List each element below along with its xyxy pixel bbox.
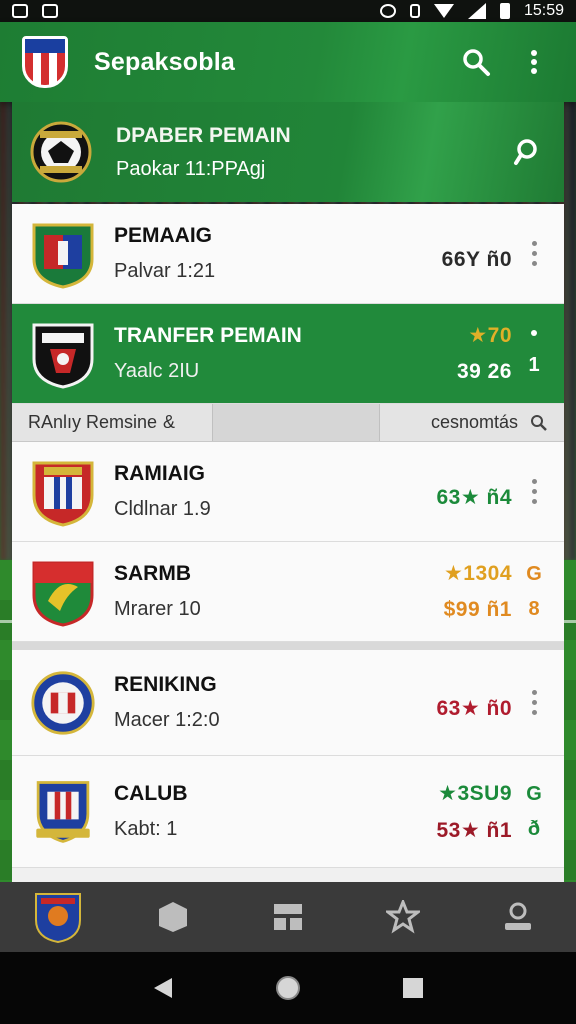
app-logo (22, 36, 68, 88)
tag-bottom: 8 (528, 597, 540, 620)
battery-icon (499, 3, 510, 19)
more-button[interactable] (522, 330, 546, 336)
overflow-menu-button[interactable] (514, 42, 554, 82)
wifi-icon (433, 4, 454, 18)
player-score: 66Y ñ0 (441, 247, 512, 271)
position-filter[interactable]: cesnomtás (380, 404, 564, 441)
club-badge-icon (34, 893, 81, 944)
featured-title: DPABER PEMAIN (116, 123, 291, 147)
nav-club[interactable] (26, 887, 90, 947)
player-name: SARMB (114, 562, 191, 585)
search-icon (463, 49, 490, 76)
featured-subtitle: Paokar 11:PPAgj (116, 157, 266, 180)
signal-icon (467, 3, 486, 19)
list-item[interactable]: SARMB Mrarer 10 ★1304 $99 ñ1 G 8 (12, 542, 564, 642)
club-crest-icon (32, 461, 94, 527)
sort-filter[interactable]: RAnlıy Remsine & (12, 404, 212, 441)
player-meta: Palvar 1:21 (114, 260, 216, 282)
club-crest-icon (32, 323, 94, 389)
nav-teams[interactable] (141, 887, 205, 947)
shield-icon (158, 902, 187, 932)
system-navigation (0, 952, 576, 1024)
tag-bottom: ð (527, 817, 541, 840)
star-icon (386, 900, 421, 934)
player-name: PEMAAIG (114, 224, 213, 247)
list-item[interactable]: PEMAAIG Palvar 1:21 66Y ñ0 (12, 204, 564, 304)
player-score: 63★ ñ0 (436, 697, 512, 720)
player-name: TRANFER PEMAIN (114, 324, 302, 347)
player-rating: ★1304 (443, 562, 512, 585)
player-rank: 1 (528, 354, 540, 376)
player-meta: Mrarer 10 (114, 598, 201, 620)
club-crest-icon (32, 223, 94, 289)
notification-icon (12, 4, 28, 18)
player-list: PEMAAIG Palvar 1:21 66Y ñ0 TRANFER PEMAI… (12, 204, 564, 886)
profile-icon (505, 902, 532, 930)
app-title: Sepaksobla (94, 47, 235, 76)
club-crest-icon (36, 780, 90, 843)
player-rating: ★70 (468, 324, 512, 347)
nav-profile[interactable] (486, 887, 550, 947)
player-name: CALUB (114, 782, 188, 805)
app-bar: Sepaksobla (0, 22, 576, 102)
search-button[interactable] (456, 42, 496, 82)
nav-favorites[interactable] (371, 887, 435, 947)
player-score: 53★ ñ1 (436, 818, 512, 842)
lineup-icon (273, 904, 302, 930)
status-time: 15:59 (523, 2, 564, 19)
recents-button[interactable] (393, 968, 433, 1008)
nav-lineup[interactable] (256, 887, 320, 947)
list-item[interactable]: TRANFER PEMAIN Yaalc 2IU ★70 39 26 1 (12, 304, 564, 404)
player-name: RENIKING (114, 673, 217, 696)
search-icon (531, 414, 547, 431)
more-vert-icon (531, 50, 537, 74)
player-meta: Macer 1:2:0 (114, 709, 220, 731)
featured-search-button[interactable] (506, 132, 546, 172)
list-item[interactable]: CALUB Kabt: 1 ★3SU9 53★ ñ1 G ð (12, 756, 564, 868)
sort-filter-icon: & (163, 412, 176, 432)
tag-top: G (526, 562, 542, 585)
nfc-icon (409, 4, 420, 18)
recents-icon (403, 978, 424, 998)
section-divider (12, 642, 564, 650)
vibrate-icon (379, 4, 396, 18)
list-item[interactable]: RAMIAIG Cldlnar 1.9 63★ ñ4 (12, 442, 564, 542)
featured-card[interactable]: DPABER PEMAIN Paokar 11:PPAgj (12, 102, 564, 202)
player-score: 39 26 (456, 360, 512, 383)
player-meta: Yaalc 2IU (114, 360, 200, 382)
player-score: $99 ñ1 (443, 598, 512, 621)
home-icon (275, 976, 300, 1000)
tag-top: G (526, 782, 542, 805)
bottom-navigation (0, 882, 576, 952)
club-crest-icon (30, 121, 92, 183)
more-button[interactable] (522, 690, 546, 715)
player-meta: Cldlnar 1.9 (114, 498, 211, 520)
back-button[interactable] (143, 968, 183, 1008)
player-meta: Kabt: 1 (114, 818, 178, 840)
player-rating: ★3SU9 (438, 781, 512, 805)
image-notification-icon (42, 4, 58, 18)
more-button[interactable] (522, 241, 546, 266)
player-name: RAMIAIG (114, 462, 205, 485)
filter-bar: RAnlıy Remsine & cesnomtás (12, 404, 564, 442)
sort-filter-label: RAnlıy Remsine (28, 412, 158, 432)
position-filter-label: cesnomtás (430, 412, 518, 432)
back-icon (153, 978, 172, 998)
club-crest-icon (32, 561, 94, 627)
list-item[interactable]: RENIKING Macer 1:2:0 63★ ñ0 (12, 650, 564, 756)
home-button[interactable] (268, 968, 308, 1008)
search-icon (514, 139, 537, 165)
more-button[interactable] (522, 479, 546, 504)
filter-spacer (212, 404, 380, 441)
club-crest-icon (31, 670, 95, 735)
player-score: 63★ ñ4 (436, 486, 512, 509)
status-bar: 15:59 (0, 0, 576, 22)
